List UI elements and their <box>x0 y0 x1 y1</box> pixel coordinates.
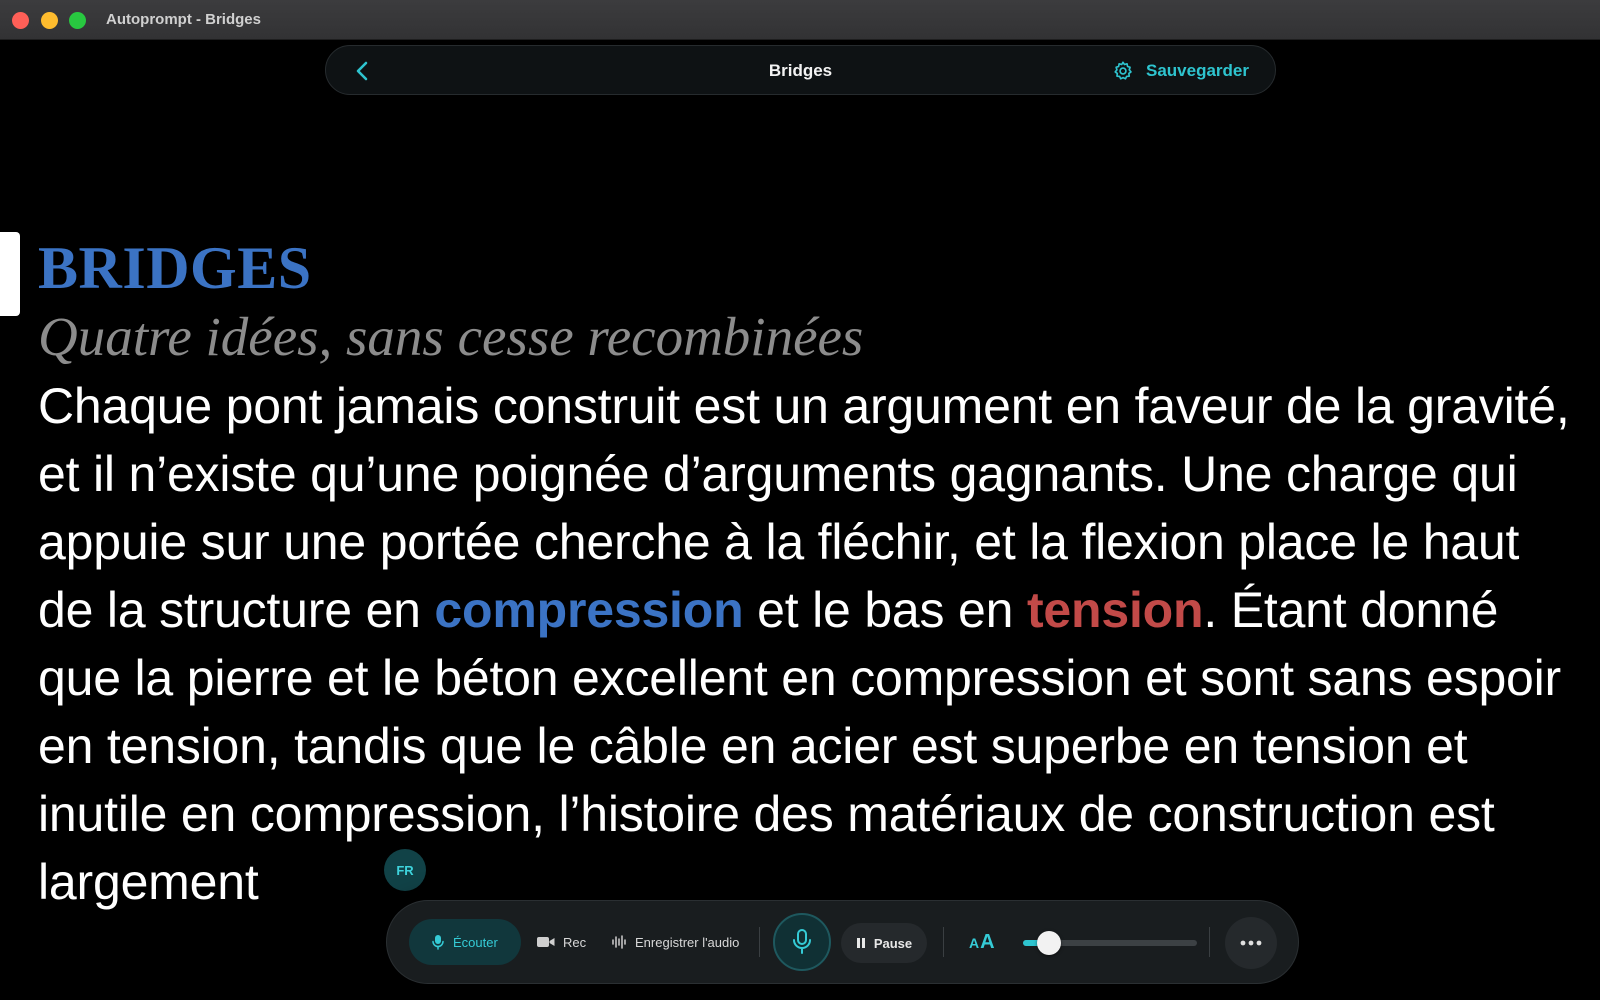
pause-button[interactable]: Pause <box>841 923 927 963</box>
slider-knob[interactable] <box>1037 931 1062 955</box>
microphone-icon <box>432 935 444 950</box>
listen-button[interactable]: Écouter <box>409 919 521 965</box>
record-audio-label: Enregistrer l'audio <box>635 934 740 950</box>
reading-position-marker[interactable] <box>0 232 20 316</box>
language-badge[interactable]: FR <box>384 849 426 891</box>
save-button[interactable]: Sauvegarder <box>1112 58 1249 84</box>
toolbar-divider <box>943 927 944 957</box>
subheading: Quatre idées, sans cesse recombinées <box>38 306 864 367</box>
keyword-tension: tension <box>1026 582 1204 638</box>
close-window-button[interactable] <box>12 12 29 29</box>
font-small-glyph: A <box>969 934 980 951</box>
playback-toolbar: Écouter Rec Enregistrer l'audio Pause A … <box>386 900 1299 984</box>
toolbar-divider <box>1209 927 1210 957</box>
video-camera-icon <box>537 937 555 947</box>
waveform-icon <box>612 935 626 949</box>
record-audio-button[interactable]: Enregistrer l'audio <box>611 919 739 965</box>
body-paragraph: Chaque pont jamais construit est un argu… <box>38 372 1583 916</box>
toolbar-divider <box>759 927 760 957</box>
font-size-button[interactable]: AA <box>969 927 995 957</box>
record-label: Rec <box>563 934 587 950</box>
body-text-2: et le bas en <box>743 582 1027 638</box>
record-video-button[interactable]: Rec <box>537 919 586 965</box>
zoom-window-button[interactable] <box>69 12 86 29</box>
pause-icon <box>856 938 865 948</box>
ellipsis-icon <box>1240 940 1262 946</box>
listen-label: Écouter <box>453 934 498 950</box>
more-options-button[interactable] <box>1225 917 1277 969</box>
font-size-slider[interactable] <box>1023 931 1197 955</box>
pause-label: Pause <box>873 935 913 951</box>
prompter-text: BRIDGES Quatre idées, sans cesse recombi… <box>38 232 1583 916</box>
window-title: Autoprompt - Bridges <box>106 11 261 28</box>
minimize-window-button[interactable] <box>41 12 58 29</box>
top-navigation-bar: Bridges Sauvegarder <box>325 45 1276 95</box>
heading: BRIDGES <box>38 235 312 301</box>
keyword-compression: compression <box>434 582 744 638</box>
title-bar: Autoprompt - Bridges <box>0 0 1600 40</box>
gear-icon <box>1114 61 1132 80</box>
save-label: Sauvegarder <box>1146 61 1249 80</box>
microphone-button[interactable] <box>773 913 831 971</box>
microphone-icon <box>793 929 811 954</box>
font-large-glyph: A <box>980 930 995 953</box>
